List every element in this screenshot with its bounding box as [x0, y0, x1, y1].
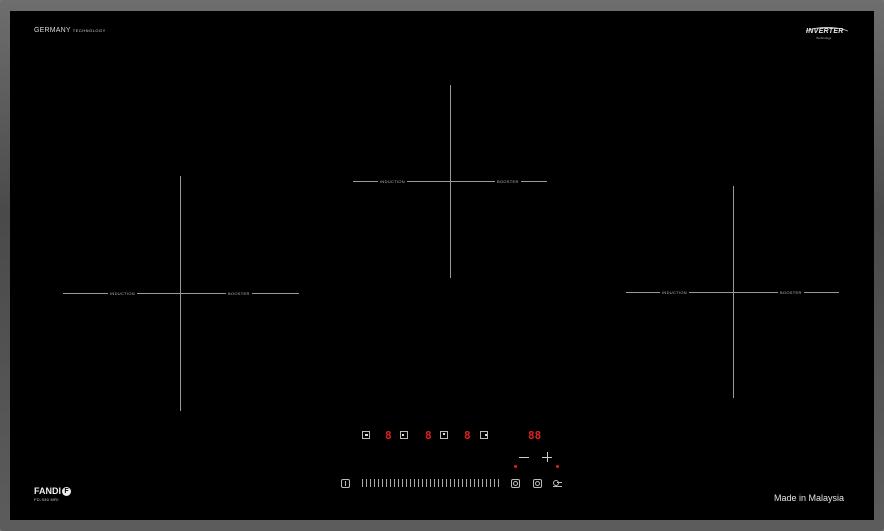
pause-lock-button[interactable] [362, 431, 370, 439]
key-lock-button[interactable] [553, 479, 562, 488]
fandi-brand-label: FANDI [34, 486, 61, 496]
zone-right-select-button[interactable] [480, 431, 488, 439]
boost-button[interactable] [511, 479, 520, 488]
brand-technology-label: TECHNOLOGY [72, 28, 106, 33]
zone-left-display: 8 [385, 429, 392, 442]
zone-right-induction-label: INDUCTION [660, 290, 689, 295]
key-lock-icon-base [553, 486, 562, 487]
power-icon [345, 481, 346, 486]
inverter-sub-label: Technology [816, 36, 832, 40]
timer-button[interactable] [533, 479, 542, 488]
zone-center-induction-label: INDUCTION [378, 179, 407, 184]
zone-left-induction-label: INDUCTION [108, 291, 137, 296]
made-in-label: Made in Malaysia [774, 493, 845, 503]
timer-indicator-left [514, 465, 517, 468]
zone-left-booster-label: BOOSTER [226, 291, 252, 296]
zone-center-display: 8 [425, 429, 432, 442]
timer-display: 88 [528, 429, 542, 442]
cooktop-frame [0, 0, 884, 531]
brand-germany-label: GERMANY [34, 27, 71, 34]
timer-indicator-right [556, 465, 559, 468]
zone-right-booster-label: BOOSTER [778, 290, 804, 295]
brand-germany: GERMANY TECHNOLOGY [34, 27, 106, 34]
inverter-logo: INVERTER Technology [802, 27, 852, 43]
glass-surface [10, 11, 874, 520]
power-level-slider[interactable] [362, 479, 500, 487]
fandi-brand: FANDI F [34, 486, 71, 497]
fandi-logo-icon: F [62, 487, 71, 497]
zone-left-horizontal-marker [63, 293, 299, 294]
plus-icon-v [547, 452, 548, 462]
inverter-label: INVERTER [806, 28, 844, 35]
zone-right-display: 8 [464, 429, 471, 442]
zone-center-booster-label: BOOSTER [495, 179, 521, 184]
model-number: FD-930 MRI [34, 497, 59, 502]
zone-right-horizontal-marker [626, 292, 839, 293]
minus-button[interactable] [519, 457, 529, 458]
key-lock-icon-line [557, 482, 562, 483]
zone-left-select-button[interactable] [400, 431, 408, 439]
zone-center-select-button[interactable] [440, 431, 448, 439]
power-button[interactable] [341, 479, 350, 488]
